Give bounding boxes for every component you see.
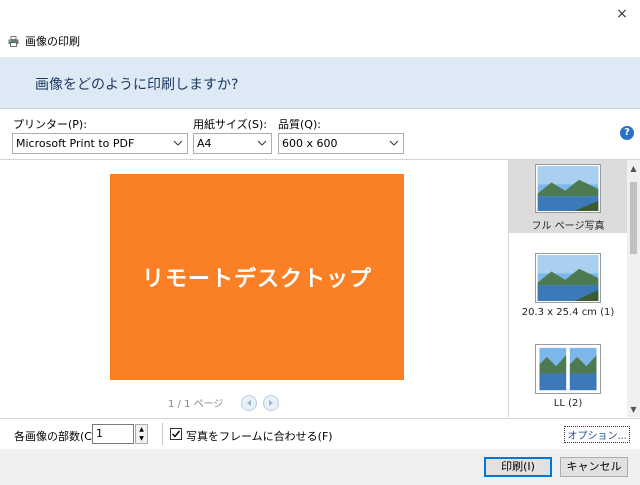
dialog-footer: 印刷(I) キャンセル	[0, 449, 640, 485]
copies-label: 各画像の部数(C):	[14, 430, 100, 443]
print-button[interactable]: 印刷(I)	[484, 457, 552, 477]
landscape-photo-thumbnail	[535, 164, 601, 213]
layout-caption: LL (2)	[553, 398, 583, 409]
layout-item-8x10[interactable]: 20.3 x 25.4 cm (1)	[509, 253, 627, 325]
chevron-down-icon	[389, 140, 399, 146]
header-band: 画像をどのように印刷しますか?	[0, 57, 640, 109]
page-indicator: 1 / 1 ページ	[168, 399, 224, 410]
scrollbar-thumb[interactable]	[630, 182, 637, 254]
arrow-left-icon	[247, 400, 251, 406]
increment-icon[interactable]: ▲	[136, 425, 147, 434]
printer-select-value: Microsoft Print to PDF	[16, 137, 135, 150]
fit-to-frame-checkbox[interactable]	[170, 428, 182, 440]
close-button[interactable]: ×	[612, 5, 632, 23]
copies-stepper[interactable]: ▲ ▼	[135, 424, 148, 444]
layout-caption: 20.3 x 25.4 cm (1)	[521, 307, 615, 318]
printer-label: プリンター(P):	[13, 118, 87, 131]
scroll-down-icon[interactable]: ▼	[627, 403, 640, 416]
print-preview: リモートデスクトップ 1 / 1 ページ	[0, 159, 508, 417]
chevron-down-icon	[173, 140, 183, 146]
landscape-photo-thumbnail	[535, 253, 601, 303]
paper-size-select[interactable]: A4	[193, 133, 272, 154]
quality-label: 品質(Q):	[278, 118, 321, 131]
page-heading: 画像をどのように印刷しますか?	[35, 77, 239, 93]
copies-input[interactable]: 1	[92, 424, 134, 444]
layout-scrollbar[interactable]: ▲ ▼	[627, 160, 640, 417]
arrow-right-icon	[269, 400, 273, 406]
quality-value: 600 x 600	[282, 137, 338, 150]
layout-list: フル ページ写真 20.3 x 25.4 cm (1) LL (2) ▲ ▼	[508, 159, 640, 417]
printer-icon	[8, 35, 19, 47]
print-settings: プリンター(P): Microsoft Print to PDF 用紙サイズ(S…	[0, 116, 640, 156]
options-link[interactable]: オプション...	[564, 426, 630, 443]
paper-size-value: A4	[197, 137, 212, 150]
printer-select[interactable]: Microsoft Print to PDF	[12, 133, 188, 154]
two-photo-thumbnail	[535, 344, 601, 394]
layout-item-full-page[interactable]: フル ページ写真	[509, 160, 627, 233]
cancel-button[interactable]: キャンセル	[560, 457, 628, 477]
quality-select[interactable]: 600 x 600	[278, 133, 404, 154]
next-page-button[interactable]	[263, 395, 279, 411]
layout-caption: フル ページ写真	[531, 221, 605, 232]
previous-page-button[interactable]	[241, 395, 257, 411]
paper-size-label: 用紙サイズ(S):	[193, 118, 267, 131]
checkmark-icon	[172, 430, 181, 438]
chevron-down-icon	[257, 140, 267, 146]
help-icon[interactable]: ?	[620, 126, 634, 140]
preview-image-text: リモートデスクトップ	[141, 267, 372, 292]
print-options-bar: 各画像の部数(C): 1 ▲ ▼ 写真をフレームに合わせる(F) オプション..…	[0, 418, 640, 448]
decrement-icon[interactable]: ▼	[136, 434, 147, 443]
fit-to-frame-label[interactable]: 写真をフレームに合わせる(F)	[186, 428, 333, 444]
divider	[162, 423, 163, 445]
layout-item-ll[interactable]: LL (2)	[509, 344, 627, 416]
window-title: 画像の印刷	[25, 35, 80, 48]
window-title-bar: 画像の印刷	[8, 33, 80, 49]
scroll-up-icon[interactable]: ▲	[627, 162, 640, 175]
preview-image: リモートデスクトップ	[110, 174, 404, 380]
